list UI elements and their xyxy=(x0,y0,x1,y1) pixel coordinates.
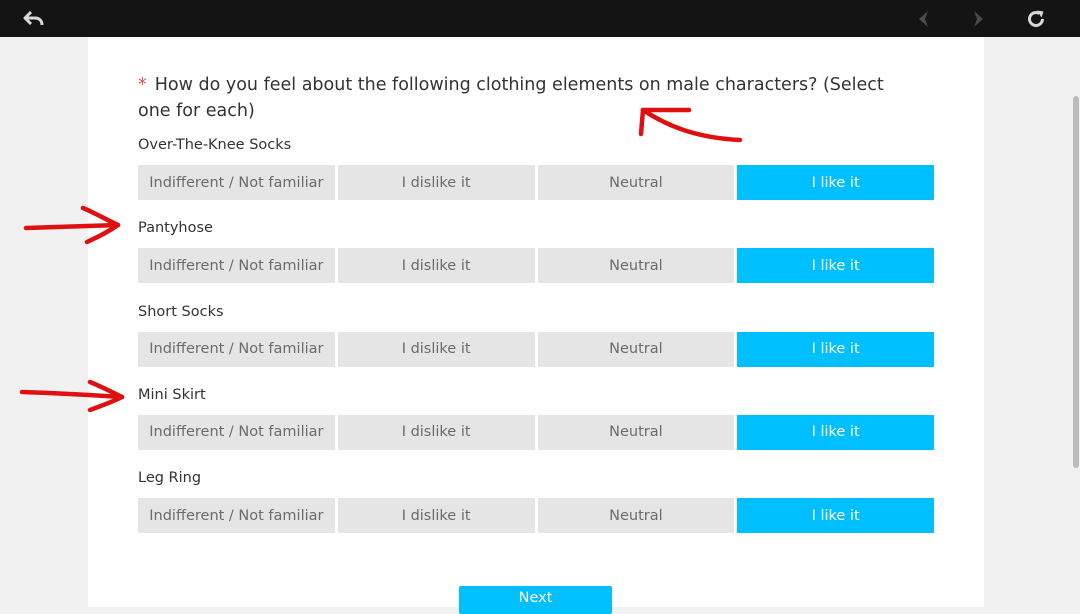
reload-icon xyxy=(1028,10,1044,27)
option-button[interactable]: I like it xyxy=(737,498,934,533)
question-title: * How do you feel about the following clo… xyxy=(138,72,908,124)
scrollbar-thumb[interactable] xyxy=(1073,96,1079,468)
browser-toolbar xyxy=(0,0,1080,37)
item-label: Mini Skirt xyxy=(138,386,206,403)
back-button[interactable] xyxy=(14,0,54,37)
option-row: Indifferent / Not familiar I dislike it Ne… xyxy=(138,331,934,367)
option-button[interactable]: I like it xyxy=(737,414,934,450)
option-button[interactable]: I dislike it xyxy=(337,414,535,450)
option-button[interactable]: I dislike it xyxy=(337,248,535,284)
option-row: Indifferent / Not familiar I dislike it Ne… xyxy=(138,498,934,533)
undo-arrow-icon xyxy=(23,10,44,25)
option-button[interactable]: Indifferent / Not familiar xyxy=(138,165,335,200)
page-prev-button[interactable] xyxy=(906,0,942,37)
next-button[interactable]: Next xyxy=(459,586,612,614)
item-label: Over-The-Knee Socks xyxy=(138,137,292,153)
option-button[interactable]: Neutral xyxy=(537,248,735,284)
option-button[interactable]: Indifferent / Not familiar xyxy=(138,498,335,533)
option-button[interactable]: I like it xyxy=(737,165,934,200)
item-label: Pantyhose xyxy=(138,220,213,237)
option-row: Indifferent / Not familiar I dislike it Ne… xyxy=(138,165,934,200)
required-mark: * xyxy=(138,75,147,95)
option-button[interactable]: Neutral xyxy=(537,414,735,450)
option-button[interactable]: Neutral xyxy=(537,165,735,200)
option-button[interactable]: Indifferent / Not familiar xyxy=(138,331,335,367)
option-button[interactable]: I dislike it xyxy=(337,165,535,200)
question-text: How do you feel about the following clot… xyxy=(138,75,884,121)
reload-button[interactable] xyxy=(1016,0,1056,37)
option-button[interactable]: Neutral xyxy=(537,498,735,533)
option-button[interactable]: Indifferent / Not familiar xyxy=(138,248,335,284)
item-label: Leg Ring xyxy=(138,470,202,486)
chevron-right-icon xyxy=(974,10,983,27)
option-row: Indifferent / Not familiar I dislike it Ne… xyxy=(138,414,934,450)
option-button[interactable]: I like it xyxy=(737,331,934,367)
item-label: Short Socks xyxy=(138,303,224,320)
option-button[interactable]: I dislike it xyxy=(337,331,535,367)
option-row: Indifferent / Not familiar I dislike it Ne… xyxy=(138,248,934,284)
chevron-left-icon xyxy=(919,10,928,27)
option-button[interactable]: I like it xyxy=(737,248,934,284)
option-button[interactable]: Neutral xyxy=(537,331,735,367)
option-button[interactable]: Indifferent / Not familiar xyxy=(138,414,335,450)
option-button[interactable]: I dislike it xyxy=(337,498,535,533)
page-next-button[interactable] xyxy=(960,0,996,37)
